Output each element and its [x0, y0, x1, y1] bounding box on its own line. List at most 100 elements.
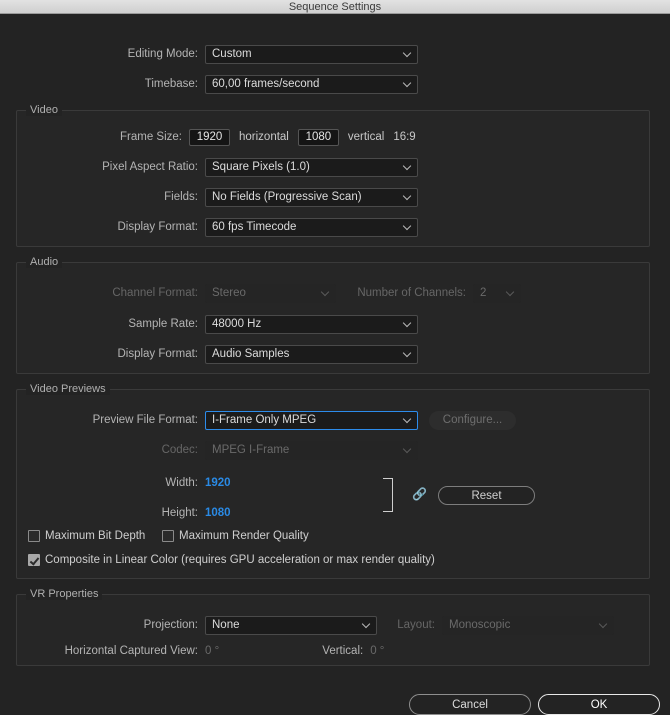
window-title: Sequence Settings: [289, 1, 381, 13]
chevron-down-icon: [363, 621, 370, 628]
timebase-select[interactable]: 60,00 frames/second: [205, 75, 418, 94]
preview-file-format-select[interactable]: I-Frame Only MPEG: [205, 411, 418, 430]
preview-height-label: Height:: [0, 507, 205, 519]
chevron-down-icon: [404, 163, 411, 170]
timebase-value: 60,00 frames/second: [212, 78, 319, 90]
frame-size-vertical-value: 1080: [306, 131, 332, 143]
number-of-channels-value: 2: [480, 287, 486, 299]
chevron-down-icon: [404, 320, 411, 327]
window-title-bar: Sequence Settings: [0, 0, 670, 14]
composite-linear-color-checkbox[interactable]: [28, 554, 40, 566]
chevron-down-icon: [600, 621, 607, 628]
preview-width-value[interactable]: 1920: [205, 477, 231, 489]
configure-button-label: Configure...: [443, 414, 502, 426]
projection-value: None: [212, 619, 240, 631]
frame-size-aspect-ratio: 16:9: [393, 131, 415, 143]
link-chain-icon[interactable]: 🔗: [412, 488, 427, 500]
vr-properties-group-title: VR Properties: [26, 588, 102, 600]
number-of-channels-select: 2: [473, 284, 521, 303]
chevron-down-icon: [507, 289, 514, 296]
codec-label: Codec:: [0, 444, 205, 456]
channel-format-select: Stereo: [205, 284, 336, 303]
sample-rate-label: Sample Rate:: [0, 318, 205, 330]
vertical-captured-view-value: 0 °: [370, 645, 384, 657]
maximum-render-quality-checkbox-row[interactable]: Maximum Render Quality: [162, 530, 309, 542]
projection-row: Projection: None Layout: Monoscopic: [0, 614, 614, 636]
frame-size-horizontal-input[interactable]: 1920: [189, 129, 230, 146]
projection-select[interactable]: None: [205, 616, 377, 635]
fields-label: Fields:: [0, 191, 205, 203]
chevron-down-icon: [404, 223, 411, 230]
preview-file-format-label: Preview File Format:: [0, 414, 205, 426]
ok-button-label: OK: [591, 699, 608, 711]
timebase-label: Timebase:: [0, 78, 205, 90]
projection-label: Projection:: [0, 619, 205, 631]
codec-row: Codec: MPEG I-Frame: [0, 439, 418, 461]
chevron-down-icon: [404, 193, 411, 200]
editing-mode-label: Editing Mode:: [0, 48, 205, 60]
horizontal-captured-view-label: Horizontal Captured View:: [0, 645, 205, 657]
preview-height-row: Height: 1080: [0, 502, 231, 524]
pixel-aspect-ratio-value: Square Pixels (1.0): [212, 161, 310, 173]
preview-width-label: Width:: [0, 477, 205, 489]
chevron-down-icon: [404, 446, 411, 453]
maximum-render-quality-checkbox[interactable]: [162, 530, 174, 542]
video-group-title: Video: [26, 104, 62, 116]
chevron-down-icon: [322, 289, 329, 296]
reset-button-label: Reset: [471, 490, 501, 502]
ok-button[interactable]: OK: [538, 694, 660, 715]
channel-format-value: Stereo: [212, 287, 246, 299]
number-of-channels-label: Number of Channels:: [336, 287, 473, 299]
pixel-aspect-ratio-label: Pixel Aspect Ratio:: [0, 161, 205, 173]
pixel-aspect-ratio-select[interactable]: Square Pixels (1.0): [205, 158, 418, 177]
editing-mode-row: Editing Mode: Custom: [0, 43, 418, 65]
frame-size-vertical-unit: vertical: [348, 131, 384, 143]
vertical-captured-view-label: Vertical:: [219, 645, 370, 657]
sample-rate-row: Sample Rate: 48000 Hz: [0, 313, 418, 335]
audio-display-format-select[interactable]: Audio Samples: [205, 345, 418, 364]
sample-rate-value: 48000 Hz: [212, 318, 261, 330]
frame-size-label: Frame Size:: [0, 131, 189, 143]
channel-format-row: Channel Format: Stereo Number of Channel…: [0, 282, 521, 304]
audio-display-format-value: Audio Samples: [212, 348, 289, 360]
chevron-down-icon: [404, 50, 411, 57]
maximum-bit-depth-label: Maximum Bit Depth: [45, 530, 145, 542]
preview-width-row: Width: 1920: [0, 472, 231, 494]
editing-mode-value: Custom: [212, 48, 252, 60]
frame-size-row: Frame Size: 1920 horizontal 1080 vertica…: [0, 126, 416, 148]
fields-value: No Fields (Progressive Scan): [212, 191, 362, 203]
fields-select[interactable]: No Fields (Progressive Scan): [205, 188, 418, 207]
layout-value: Monoscopic: [449, 619, 510, 631]
sequence-settings-dialog: Editing Mode: Custom Timebase: 60,00 fra…: [0, 14, 670, 707]
cancel-button[interactable]: Cancel: [409, 694, 531, 715]
codec-select: MPEG I-Frame: [205, 441, 418, 460]
fields-row: Fields: No Fields (Progressive Scan): [0, 186, 418, 208]
maximum-bit-depth-checkbox-row[interactable]: Maximum Bit Depth: [28, 530, 145, 542]
video-display-format-value: 60 fps Timecode: [212, 221, 296, 233]
composite-linear-color-label: Composite in Linear Color (requires GPU …: [45, 554, 435, 566]
sample-rate-select[interactable]: 48000 Hz: [205, 315, 418, 334]
chevron-down-icon: [404, 80, 411, 87]
composite-linear-color-checkbox-row[interactable]: Composite in Linear Color (requires GPU …: [28, 554, 435, 566]
maximum-render-quality-label: Maximum Render Quality: [179, 530, 309, 542]
preview-file-format-value: I-Frame Only MPEG: [212, 414, 316, 426]
frame-size-vertical-input[interactable]: 1080: [298, 129, 339, 146]
chevron-down-icon: [404, 416, 411, 423]
video-display-format-select[interactable]: 60 fps Timecode: [205, 218, 418, 237]
audio-display-format-label: Display Format:: [0, 348, 205, 360]
pixel-aspect-ratio-row: Pixel Aspect Ratio: Square Pixels (1.0): [0, 156, 418, 178]
chevron-down-icon: [404, 350, 411, 357]
captured-view-row: Horizontal Captured View: 0 ° Vertical: …: [0, 640, 384, 662]
layout-label: Layout:: [377, 619, 442, 631]
audio-group-title: Audio: [26, 256, 62, 268]
maximum-bit-depth-checkbox[interactable]: [28, 530, 40, 542]
horizontal-captured-view-value: 0 °: [205, 645, 219, 657]
video-display-format-label: Display Format:: [0, 221, 205, 233]
video-display-format-row: Display Format: 60 fps Timecode: [0, 216, 418, 238]
preview-height-value[interactable]: 1080: [205, 507, 231, 519]
link-bracket-icon: [383, 478, 393, 512]
editing-mode-select[interactable]: Custom: [205, 45, 418, 64]
timebase-row: Timebase: 60,00 frames/second: [0, 73, 418, 95]
configure-button: Configure...: [429, 411, 516, 430]
reset-button[interactable]: Reset: [438, 486, 535, 505]
